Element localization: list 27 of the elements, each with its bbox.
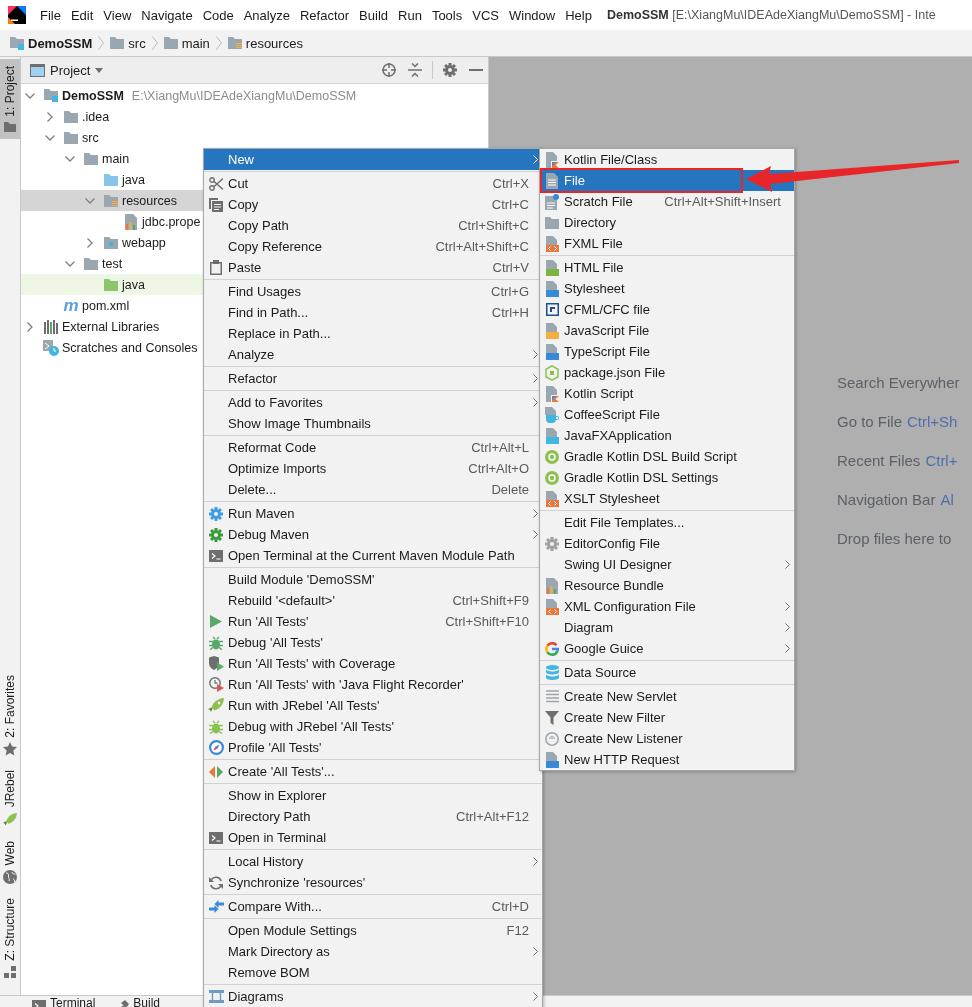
keyboard-shortcut: Ctrl+Alt+O: [468, 461, 529, 476]
window-title: DemoSSM [E:\XiangMu\IDEAdeXiangMu\DemoSSM] - Inte: [606, 8, 936, 22]
shortcut-text: Al: [940, 490, 954, 510]
module-path: E:\XiangMu\IDEAdeXiangMu\DemoSSM: [131, 88, 357, 103]
shortcut-text: Ctrl+: [925, 451, 958, 471]
keyboard-shortcut: Ctrl+G: [491, 284, 529, 299]
keyboard-shortcut: Ctrl+Alt+Shift+C: [435, 239, 529, 254]
hint-text: Navigation Bar: [837, 490, 936, 510]
keyboard-shortcut: Ctrl+Alt+F12: [456, 809, 529, 824]
keyboard-shortcut: Ctrl+Alt+Shift+Insert: [664, 194, 781, 209]
hint-text: Go to File: [837, 412, 903, 432]
keyboard-shortcut: Delete: [491, 482, 529, 497]
keyboard-shortcut: Ctrl+Alt+L: [471, 440, 529, 455]
keyboard-shortcut: Ctrl+Shift+C: [458, 218, 529, 233]
keyboard-shortcut: Ctrl+C: [491, 197, 529, 212]
keyboard-shortcut: Ctrl+H: [491, 305, 529, 320]
keyboard-shortcut: Ctrl+Shift+F9: [452, 593, 529, 608]
keyboard-shortcut: Ctrl+V: [492, 260, 529, 275]
hint-text: Search Everywher: [837, 373, 960, 393]
keyboard-shortcut: Ctrl+D: [491, 899, 529, 914]
keyboard-shortcut: Ctrl+X: [492, 176, 529, 191]
m-glyph-icon: m: [63, 297, 79, 314]
keyboard-shortcut: Ctrl+Shift+F10: [445, 614, 529, 629]
hint-text: Drop files here to: [837, 529, 952, 549]
hint-text: Recent Files: [837, 451, 921, 471]
keyboard-shortcut: F12: [506, 923, 529, 938]
shortcut-text: Ctrl+Sh: [907, 412, 958, 432]
